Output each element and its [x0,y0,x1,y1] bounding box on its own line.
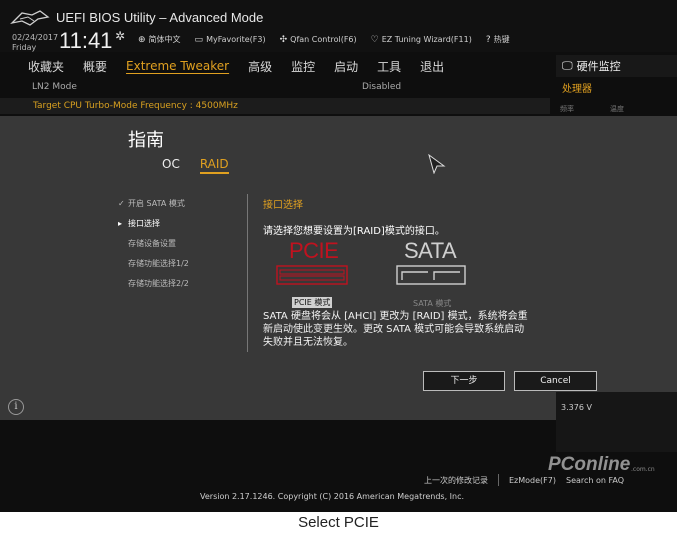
main-menu: 收藏夹 概要 Extreme Tweaker 高级 监控 启动 工具 退出 [0,55,550,77]
hw-monitor-lower [556,392,677,452]
hw-monitor-columns: 频率 温度 [560,104,624,114]
ez-tuning-label: EZ Tuning Wizard(F11) [381,35,472,44]
warning-description: SATA 硬盘将会从 [AHCI] 更改为 [RAID] 模式，系统将会重新启动… [263,311,528,348]
sata-option-title: SATA [404,238,457,263]
last-modified-link[interactable]: 上一次的修改记录 [424,475,488,486]
language-button[interactable]: ⊕ 简体中文 [138,34,181,45]
sata-port-icon [396,265,466,285]
fan-icon: ✣ [279,34,288,45]
step-label: 接口选择 [128,219,160,228]
pcie-slot-icon [276,265,348,285]
ez-tuning-button[interactable]: ♡ EZ Tuning Wizard(F11) [371,34,472,45]
date-display: 02/24/2017 Friday [12,33,58,53]
bios-screen: UEFI BIOS Utility – Advanced Mode 02/24/… [0,0,677,512]
hw-monitor-title: 硬件监控 [576,60,621,73]
menu-extreme-tweaker[interactable]: Extreme Tweaker [126,59,229,73]
info-icon[interactable]: i [8,399,24,415]
step-item: ▸ 接口选择 [118,218,189,238]
step-item: 存储功能选择2/2 [118,278,189,298]
rog-logo-icon [10,10,50,26]
header-bar: UEFI BIOS Utility – Advanced Mode 02/24/… [0,0,677,54]
pcie-option-title: PCIE [289,238,339,263]
dialog-title: 指南 [128,130,164,151]
day-text: Friday [12,43,37,52]
menu-tool[interactable]: 工具 [377,58,401,75]
qfan-button[interactable]: ✣ Qfan Control(F6) [280,34,357,45]
divider [247,194,248,352]
monitor-icon: 🖵 [562,59,573,72]
globe-icon: ⊕ [138,34,146,45]
myfavorite-label: MyFavorite(F3) [206,35,266,44]
ezmode-link[interactable]: EzMode(F7) [509,476,556,485]
menu-advanced[interactable]: 高级 [248,58,272,75]
menu-boot[interactable]: 启动 [334,58,358,75]
help-icon: ? [485,34,491,45]
search-faq-link[interactable]: Search on FAQ [566,476,624,485]
app-title: UEFI BIOS Utility – Advanced Mode [56,10,264,25]
image-caption: Select PCIE [298,514,379,531]
setting-label: LN2 Mode [32,82,77,92]
version-text: Version 2.17.1246. Copyright (C) 2016 Am… [200,492,465,501]
col-frequency: 频率 [560,105,574,113]
step-item: 存储设备设置 [118,238,189,258]
watermark-logo: PConline [548,454,631,475]
check-icon: ✓ [118,199,125,208]
setting-value: Disabled [362,82,402,92]
clock-time[interactable]: 11:41 [59,28,112,54]
tab-raid[interactable]: RAID [199,157,229,174]
dialog-tabs: OC RAID [162,157,229,174]
favorite-icon: ▭ [194,34,204,45]
date-text: 02/24/2017 [12,33,59,42]
menu-monitor[interactable]: 监控 [291,58,315,75]
qfan-label: Qfan Control(F6) [290,35,357,44]
setting-row-ln2[interactable]: LN2 Mode Disabled [0,80,550,96]
myfavorite-button[interactable]: ▭ MyFavorite(F3) [195,34,266,45]
menu-favorites[interactable]: 收藏夹 [28,58,64,75]
wizard-steps: ✓ 开启 SATA 模式 ▸ 接口选择 存储设备设置 存储功能选择1/2 存储功… [118,198,189,298]
watermark-domain: .com.cn [631,466,655,473]
tab-oc[interactable]: OC [162,157,180,174]
hotkeys-label: 热键 [493,35,510,44]
pcie-option[interactable]: PCIE [276,238,348,290]
hw-monitor-header: 🖵 硬件监控 [556,55,677,77]
bulb-icon: ♡ [370,34,379,45]
language-label: 简体中文 [148,35,181,44]
sata-option[interactable]: SATA [394,238,474,290]
content-prompt: 请选择您想要设置为[RAID]模式的接口。 [263,226,445,237]
footer-divider [498,474,499,486]
hotkeys-button[interactable]: ? 热键 [486,34,510,45]
cancel-button[interactable]: Cancel [514,371,597,391]
top-toolbar: ⊕ 简体中文 ▭ MyFavorite(F3) ✣ Qfan Control(F… [138,34,510,45]
pcie-mode-label[interactable]: PCIE 模式 [292,297,333,308]
step-label: 存储功能选择2/2 [128,279,189,288]
mouse-cursor-icon [428,154,446,174]
dialog-content: 接口选择 请选择您想要设置为[RAID]模式的接口。 [263,196,563,237]
menu-exit[interactable]: 退出 [420,58,444,75]
content-heading: 接口选择 [263,200,303,211]
step-label: 存储功能选择1/2 [128,259,189,268]
col-temperature: 温度 [610,105,624,113]
step-label: 开启 SATA 模式 [128,199,185,208]
next-button[interactable]: 下一步 [423,371,505,391]
setting-row-turbo[interactable]: Target CPU Turbo-Mode Frequency : 4500MH… [0,98,550,114]
voltage-value: 3.376 V [561,403,592,412]
arrow-right-icon: ▸ [118,219,123,228]
sata-mode-label[interactable]: SATA 模式 [413,298,451,309]
hw-monitor-section: 处理器 [562,84,592,95]
menu-main[interactable]: 概要 [83,58,107,75]
step-item: ✓ 开启 SATA 模式 [118,198,189,218]
step-label: 存储设备设置 [128,239,176,248]
gear-icon[interactable]: ✲ [115,29,125,43]
step-item: 存储功能选择1/2 [118,258,189,278]
